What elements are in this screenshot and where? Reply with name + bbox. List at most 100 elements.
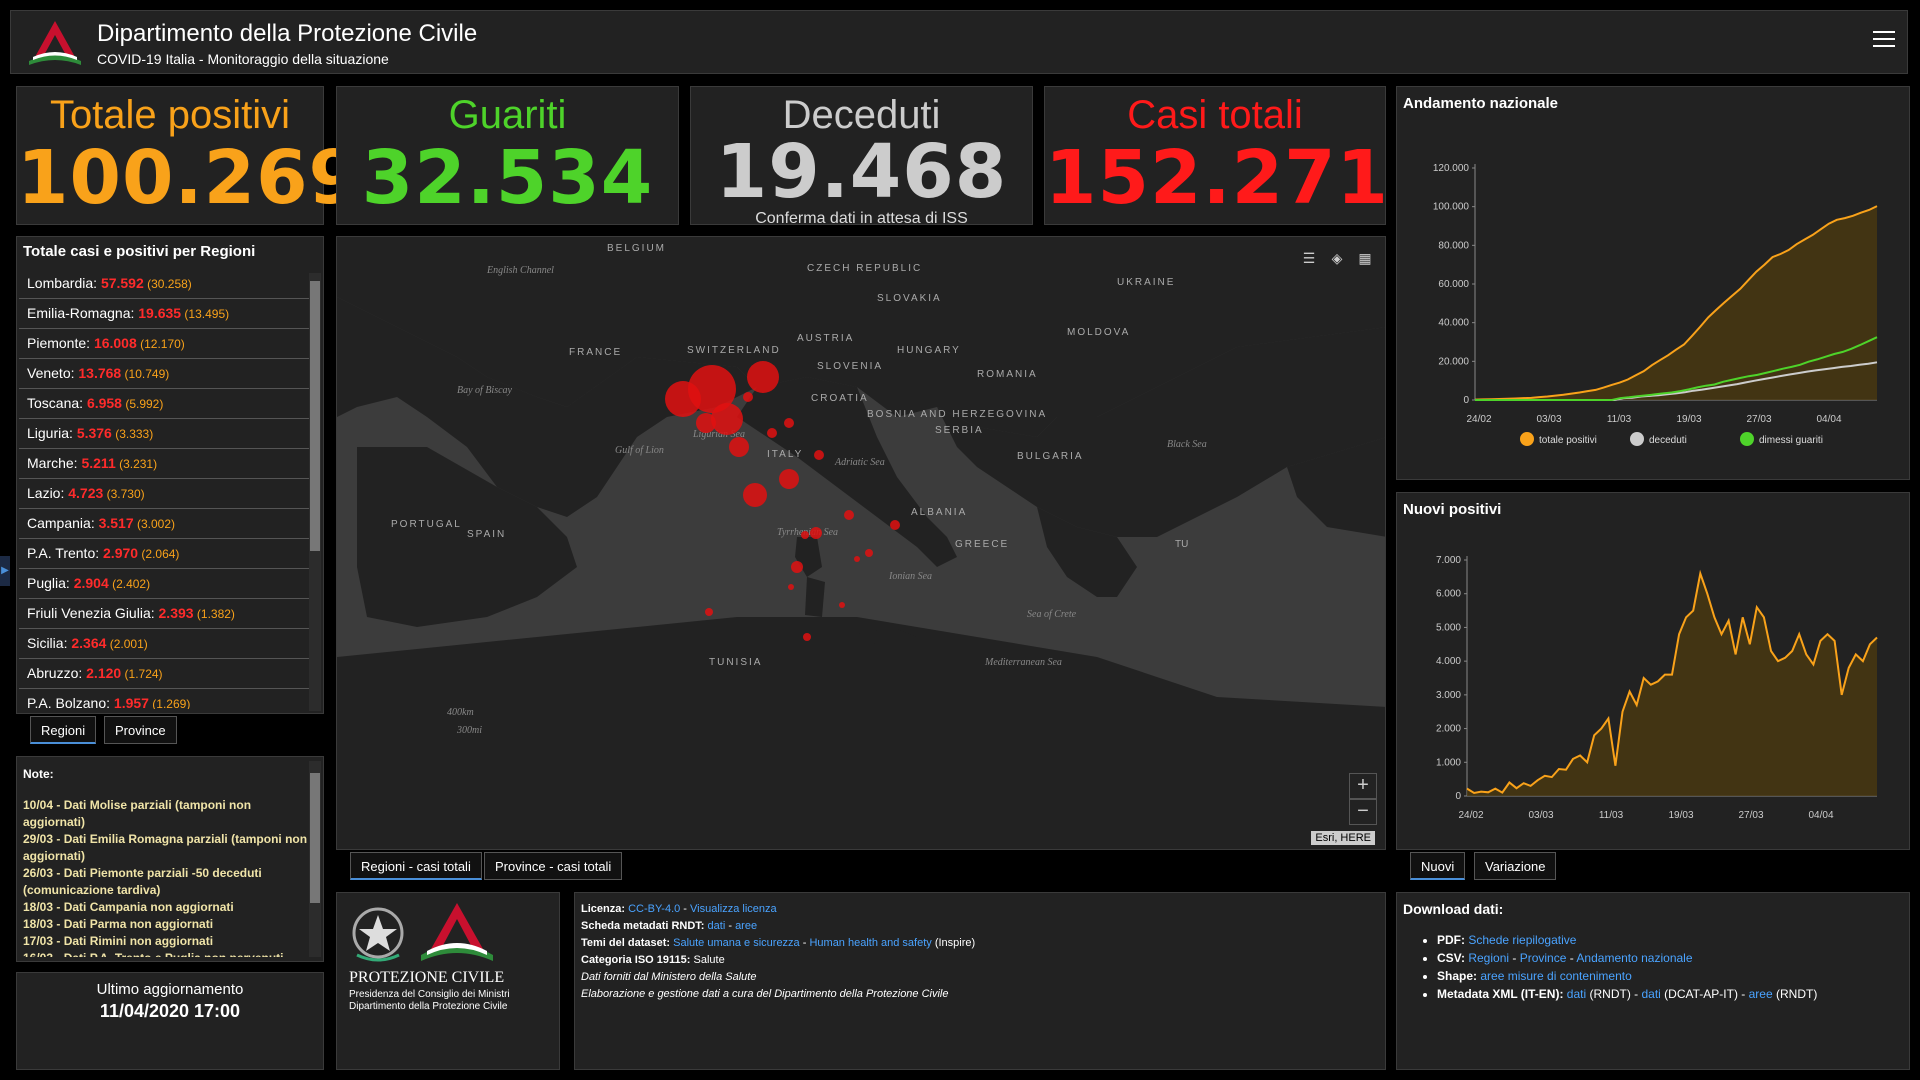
- region-row[interactable]: Puglia: 2.904 (2.402): [19, 569, 309, 599]
- legend-marker[interactable]: [1520, 432, 1534, 446]
- text: -: [1566, 951, 1577, 965]
- text: (Inspire): [931, 937, 976, 949]
- region-row[interactable]: Friuli Venezia Giulia: 2.393 (1.382): [19, 599, 309, 629]
- link[interactable]: Province: [1520, 951, 1567, 965]
- x-tick-label: 03/03: [1536, 414, 1561, 425]
- region-positives: (5.992): [121, 397, 164, 411]
- map-view[interactable]: BELGIUM English Channel CZECH REPUBLIC UKRA…: [336, 236, 1386, 850]
- regions-scrollbar[interactable]: [309, 273, 321, 711]
- tab-province[interactable]: Province: [104, 716, 177, 744]
- region-row[interactable]: Emilia-Romagna: 19.635 (13.495): [19, 299, 309, 329]
- case-bubble[interactable]: [743, 392, 753, 402]
- tab-province-casi-totali[interactable]: Province - casi totali: [484, 852, 623, 880]
- link[interactable]: Regioni: [1468, 951, 1509, 965]
- legend-marker[interactable]: [1630, 432, 1644, 446]
- case-bubble[interactable]: [890, 520, 900, 530]
- case-bubble[interactable]: [747, 361, 779, 393]
- case-bubble[interactable]: [729, 437, 749, 457]
- case-bubble[interactable]: [784, 418, 794, 428]
- map-label: SWITZERLAND: [687, 345, 781, 356]
- case-bubble[interactable]: [711, 403, 743, 435]
- region-row[interactable]: P.A. Trento: 2.970 (2.064): [19, 539, 309, 569]
- region-row[interactable]: Campania: 3.517 (3.002): [19, 509, 309, 539]
- region-row[interactable]: Marche: 5.211 (3.231): [19, 449, 309, 479]
- region-name: Sicilia:: [27, 635, 72, 651]
- link[interactable]: Human health and safety: [809, 937, 931, 949]
- zoom-in-button[interactable]: +: [1349, 773, 1377, 799]
- kpi-deceduti: Deceduti 19.468 Conferma dati in attesa …: [690, 86, 1033, 227]
- link[interactable]: dati: [708, 920, 726, 932]
- map-label: Bay of Biscay: [457, 385, 513, 396]
- notes-scrollbar[interactable]: [309, 761, 321, 957]
- license-key: Licenza:: [581, 903, 629, 915]
- tab-variazione[interactable]: Variazione: [1474, 852, 1557, 880]
- region-row[interactable]: Lombardia: 57.592 (30.258): [19, 269, 309, 299]
- regions-list[interactable]: Lombardia: 57.592 (30.258) Emilia-Romagna…: [19, 269, 309, 709]
- region-row[interactable]: Lazio: 4.723 (3.730): [19, 479, 309, 509]
- x-tick-label: 24/02: [1458, 810, 1483, 821]
- region-row[interactable]: Sicilia: 2.364 (2.001): [19, 629, 309, 659]
- link[interactable]: CC-BY-4.0: [628, 903, 680, 915]
- tab-regioni-casi-totali[interactable]: Regioni - casi totali: [350, 852, 482, 880]
- basemap-gallery-icon[interactable]: ▦: [1351, 245, 1379, 271]
- map-label: English Channel: [486, 265, 554, 276]
- region-row[interactable]: P.A. Bolzano: 1.957 (1.269): [19, 689, 309, 709]
- case-bubble[interactable]: [665, 381, 701, 417]
- region-row[interactable]: Veneto: 13.768 (10.749): [19, 359, 309, 389]
- x-tick-label: 04/04: [1816, 414, 1841, 425]
- case-bubble[interactable]: [839, 602, 845, 608]
- link[interactable]: dati: [1567, 987, 1586, 1001]
- text: (DCAT-AP-IT) -: [1660, 987, 1749, 1001]
- case-bubble[interactable]: [791, 561, 803, 573]
- link[interactable]: aree: [1749, 987, 1773, 1001]
- scrollbar-thumb[interactable]: [310, 773, 320, 903]
- case-bubble[interactable]: [705, 608, 713, 616]
- map-label: AUSTRIA: [797, 333, 854, 344]
- zoom-out-button[interactable]: −: [1349, 799, 1377, 825]
- kpi-label: Totale positivi: [49, 93, 291, 137]
- case-bubble[interactable]: [814, 450, 824, 460]
- case-bubble[interactable]: [865, 549, 873, 557]
- region-row[interactable]: Abruzzo: 2.120 (1.724): [19, 659, 309, 689]
- case-bubble[interactable]: [779, 469, 799, 489]
- case-bubble[interactable]: [810, 527, 822, 539]
- legend-icon[interactable]: ☰: [1295, 245, 1323, 271]
- y-tick-label: 5.000: [1436, 622, 1461, 633]
- link[interactable]: Andamento nazionale: [1576, 951, 1692, 965]
- download-item: Shape: aree misure di contenimento: [1437, 967, 1817, 985]
- link[interactable]: dati: [1641, 987, 1660, 1001]
- map-label: TUNISIA: [709, 657, 762, 668]
- kpi-value: 19.468: [715, 129, 1008, 215]
- case-bubble[interactable]: [844, 510, 854, 520]
- notes-list: 10/04 - Dati Molise parziali (tamponi no…: [23, 797, 309, 957]
- hamburger-icon[interactable]: [1873, 31, 1895, 53]
- tab-nuovi[interactable]: Nuovi: [1410, 852, 1466, 880]
- link[interactable]: Salute umana e sicurezza: [673, 937, 800, 949]
- case-bubble[interactable]: [854, 556, 860, 562]
- link[interactable]: aree: [735, 920, 757, 932]
- map-label: SLOVENIA: [817, 361, 883, 372]
- link[interactable]: Schede riepilogative: [1468, 933, 1576, 947]
- region-cases: 57.592: [100, 275, 144, 291]
- legend-marker[interactable]: [1740, 432, 1754, 446]
- case-bubble[interactable]: [767, 428, 777, 438]
- region-row[interactable]: Piemonte: 16.008 (12.170): [19, 329, 309, 359]
- link[interactable]: aree misure di contenimento: [1480, 969, 1631, 983]
- case-bubble[interactable]: [743, 483, 767, 507]
- case-bubble[interactable]: [788, 584, 794, 590]
- link[interactable]: Visualizza licenza: [690, 903, 777, 915]
- tab-regioni[interactable]: Regioni: [30, 716, 97, 744]
- expand-sidebar-icon[interactable]: ▶: [0, 556, 10, 586]
- case-bubble[interactable]: [803, 633, 811, 641]
- license-key: Temi del dataset:: [581, 937, 674, 949]
- case-bubble[interactable]: [696, 413, 716, 433]
- app-subtitle: COVID-19 Italia - Monitoraggio della sit…: [97, 51, 389, 67]
- national-trend-panel: Andamento nazionale 0 20.000 40.000 60.000 8…: [1396, 86, 1910, 480]
- scrollbar-thumb[interactable]: [310, 281, 320, 551]
- layers-icon[interactable]: ◈: [1323, 245, 1351, 271]
- case-bubble[interactable]: [801, 531, 809, 539]
- y-tick-label: 120.000: [1433, 163, 1470, 174]
- region-row[interactable]: Liguria: 5.376 (3.333): [19, 419, 309, 449]
- region-row[interactable]: Toscana: 6.958 (5.992): [19, 389, 309, 419]
- map-canvas[interactable]: BELGIUM English Channel CZECH REPUBLIC UKRA…: [337, 237, 1386, 850]
